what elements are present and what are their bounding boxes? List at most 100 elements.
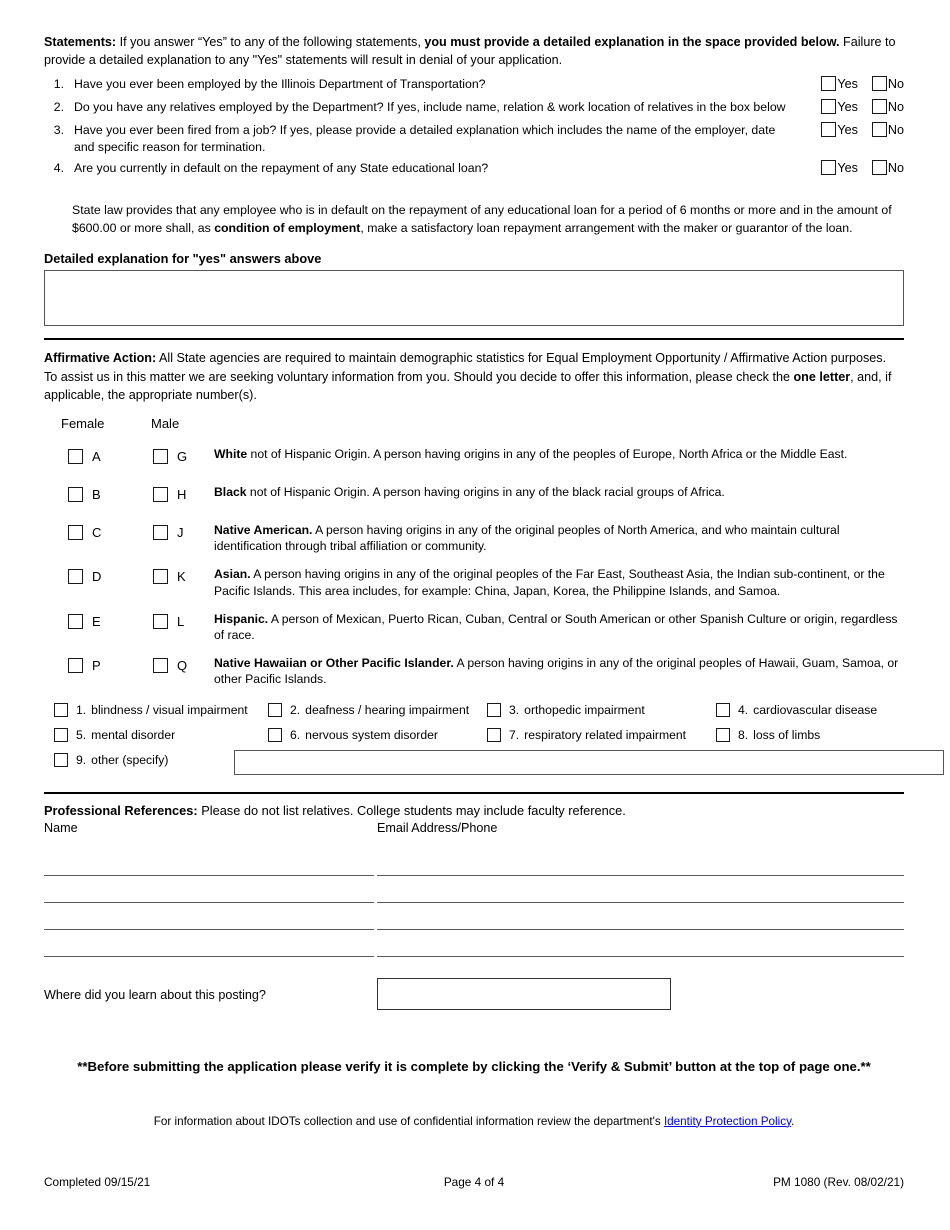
disability-checkbox-2[interactable]: [268, 703, 282, 718]
yes-checkbox-4[interactable]: [821, 160, 837, 176]
yes-checkbox-2[interactable]: [821, 99, 837, 115]
male-checkbox-g[interactable]: [153, 448, 168, 464]
reference-name-field-4[interactable]: [44, 955, 374, 957]
yes-option[interactable]: Yes: [821, 76, 858, 92]
male-checkbox-q[interactable]: [153, 658, 168, 674]
male-option-k[interactable]: K: [153, 569, 186, 585]
disability-number-1: 1.: [76, 702, 87, 717]
female-column-label: Female: [61, 415, 105, 431]
yes-label: Yes: [837, 122, 858, 137]
disability-option-2[interactable]: 2. deafness / hearing impairment: [268, 703, 469, 718]
disability-option-9[interactable]: 9. other (specify): [54, 753, 168, 768]
female-checkbox-e[interactable]: [68, 613, 83, 629]
disability-checkbox-5[interactable]: [54, 728, 68, 743]
yes-option[interactable]: Yes: [821, 99, 858, 115]
disability-checkbox-9[interactable]: [54, 753, 68, 768]
no-option[interactable]: No: [871, 160, 904, 176]
male-option-h[interactable]: H: [153, 486, 186, 502]
statement-text: Do you have any relatives employed by th…: [74, 100, 786, 115]
disability-option-4[interactable]: 4. cardiovascular disease: [716, 703, 877, 718]
explanation-textarea[interactable]: [44, 270, 904, 327]
aa-intro-bold: one letter: [793, 369, 851, 384]
disability-checkbox-8[interactable]: [716, 728, 730, 743]
no-checkbox-4[interactable]: [871, 160, 887, 176]
yes-label: Yes: [837, 160, 858, 175]
female-checkbox-c[interactable]: [68, 524, 83, 540]
disability-option-1[interactable]: 1. blindness / visual impairment: [54, 703, 248, 718]
female-option-a[interactable]: A: [68, 448, 101, 464]
no-checkbox-3[interactable]: [871, 122, 887, 138]
disability-option-8[interactable]: 8. loss of limbs: [716, 728, 820, 743]
no-checkbox-1[interactable]: [871, 76, 887, 92]
male-checkbox-h[interactable]: [153, 486, 168, 502]
disability-checkbox-7[interactable]: [487, 728, 501, 743]
disability-label-7: respiratory related impairment: [524, 727, 687, 742]
female-letter-d: D: [92, 569, 102, 585]
no-label: No: [887, 122, 904, 137]
disability-number-8: 8.: [738, 727, 749, 742]
male-letter-j: J: [177, 524, 184, 540]
identity-protection-policy-link[interactable]: Identity Protection Policy: [664, 1115, 791, 1128]
statement-number: 3.: [53, 123, 64, 138]
disability-other-input[interactable]: [234, 749, 944, 775]
male-checkbox-k[interactable]: [153, 569, 168, 585]
no-checkbox-2[interactable]: [871, 99, 887, 115]
disability-checkbox-3[interactable]: [487, 703, 501, 718]
female-option-e[interactable]: E: [68, 613, 101, 629]
male-checkbox-j[interactable]: [153, 524, 168, 540]
loan-default-note: State law provides that any employee who…: [72, 202, 904, 237]
male-option-l[interactable]: L: [153, 613, 184, 629]
disability-option-6[interactable]: 6. nervous system disorder: [268, 728, 438, 743]
reference-name-field-2[interactable]: [44, 901, 374, 903]
disability-option-5[interactable]: 5. mental disorder: [54, 728, 175, 743]
disability-checkbox-6[interactable]: [268, 728, 282, 743]
no-option[interactable]: No: [871, 76, 904, 92]
female-checkbox-b[interactable]: [68, 486, 83, 502]
reference-name-field-1[interactable]: [44, 874, 374, 876]
female-letter-e: E: [92, 613, 101, 629]
ethnicity-row-white: A G White not of Hispanic Origin. A pers…: [44, 446, 904, 472]
female-checkbox-p[interactable]: [68, 658, 83, 674]
reference-email-field-3[interactable]: [377, 928, 904, 930]
yes-option[interactable]: Yes: [821, 122, 858, 138]
female-option-p[interactable]: P: [68, 658, 101, 674]
ethnicity-description: Native Hawaiian or Other Pacific Islande…: [214, 655, 904, 687]
male-checkbox-l[interactable]: [153, 613, 168, 629]
reference-name-field-3[interactable]: [44, 928, 374, 930]
ethnicity-row-hispanic: E L Hispanic. A person of Mexican, Puert…: [44, 611, 904, 643]
no-option[interactable]: No: [871, 122, 904, 138]
female-option-b[interactable]: B: [68, 486, 101, 502]
disability-option-3[interactable]: 3. orthopedic impairment: [487, 703, 645, 718]
female-option-d[interactable]: D: [68, 569, 102, 585]
posting-question-label: Where did you learn about this posting?: [44, 987, 266, 1002]
male-letter-k: K: [177, 569, 186, 585]
female-letter-c: C: [92, 524, 102, 540]
reference-email-field-1[interactable]: [377, 874, 904, 876]
page-footer: Completed 09/15/21 Page 4 of 4 PM 1080 (…: [44, 1175, 904, 1193]
yes-checkbox-3[interactable]: [821, 122, 837, 138]
statement-row-2: 2. Do you have any relatives employed by…: [44, 99, 904, 117]
statement-text: Have you ever been employed by the Illin…: [74, 77, 486, 92]
female-option-c[interactable]: C: [68, 524, 102, 540]
female-checkbox-a[interactable]: [68, 448, 83, 464]
yes-label: Yes: [837, 76, 858, 91]
disability-checkbox-4[interactable]: [716, 703, 730, 718]
posting-question-row: Where did you learn about this posting?: [44, 977, 904, 1018]
female-checkbox-d[interactable]: [68, 569, 83, 585]
male-option-g[interactable]: G: [153, 448, 187, 464]
male-option-q[interactable]: Q: [153, 658, 187, 674]
yes-no-group-3: Yes No: [821, 122, 904, 138]
ethnicity-description: Asian. A person having origins in any of…: [214, 566, 904, 598]
disability-option-7[interactable]: 7. respiratory related impairment: [487, 728, 686, 743]
yes-option[interactable]: Yes: [821, 160, 858, 176]
male-column-label: Male: [151, 415, 180, 431]
statement-row-3: 3. Have you ever been fired from a job? …: [44, 122, 904, 155]
disability-checkbox-1[interactable]: [54, 703, 68, 718]
reference-email-field-2[interactable]: [377, 901, 904, 903]
male-option-j[interactable]: J: [153, 524, 184, 540]
yes-checkbox-1[interactable]: [821, 76, 837, 92]
reference-email-field-4[interactable]: [377, 955, 904, 957]
ethnicity-row-black: B H Black not of Hispanic Origin. A pers…: [44, 484, 904, 510]
no-option[interactable]: No: [871, 99, 904, 115]
posting-source-input[interactable]: [377, 977, 671, 1010]
